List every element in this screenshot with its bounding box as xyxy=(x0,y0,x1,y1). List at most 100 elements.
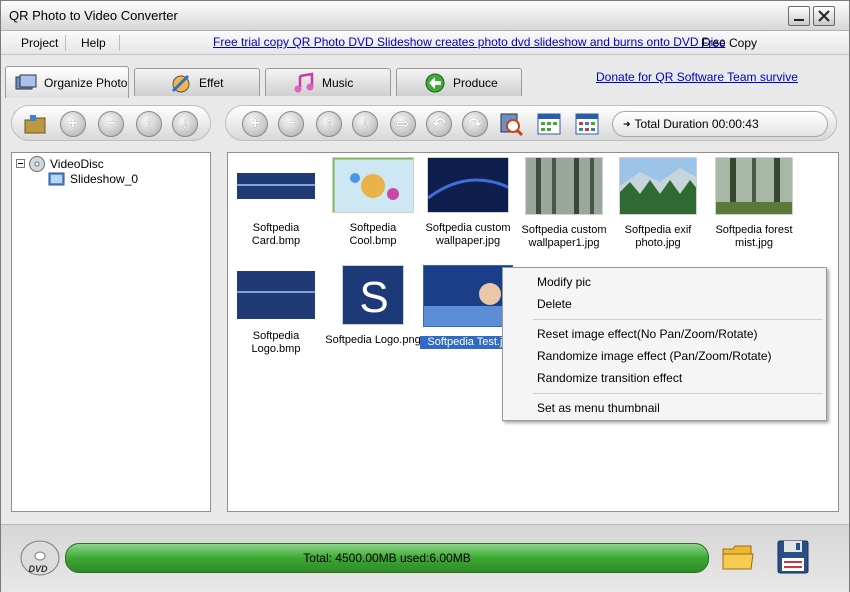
disc-icon xyxy=(29,156,45,172)
logo-letter: S xyxy=(359,273,388,322)
photo-thumbnail xyxy=(237,271,315,319)
photo-thumbnail xyxy=(619,157,698,216)
arrow-right-icon: ⇨ xyxy=(396,116,410,133)
tree-label: Slideshow_0 xyxy=(70,172,139,186)
menu-divider xyxy=(119,35,120,51)
dvd-icon[interactable]: DVD xyxy=(19,539,61,577)
tab-label: Effet xyxy=(199,75,224,90)
menu-reset-effect[interactable]: Reset image effect(No Pan/Zoom/Rotate) xyxy=(537,327,758,341)
rotate-right-icon: ↷ xyxy=(468,116,482,133)
minus-icon: − xyxy=(286,115,296,132)
menu-set-thumbnail[interactable]: Set as menu thumbnail xyxy=(537,401,660,415)
svg-text:DVD: DVD xyxy=(28,564,48,574)
photo-item[interactable]: S Softpedia Logo.png xyxy=(325,265,421,347)
photo-label: Softpedia custom wallpaper.jpg xyxy=(425,222,511,247)
total-duration: ➜ Total Duration 00:00:43 xyxy=(612,111,828,137)
tab-music[interactable]: Music xyxy=(265,68,391,96)
move-up-button[interactable]: ↑ xyxy=(136,111,162,137)
move-photo-down-button[interactable]: ↓ xyxy=(352,111,378,137)
title-bar[interactable]: QR Photo to Video Converter xyxy=(1,1,849,31)
app-window: QR Photo to Video Converter Project Help… xyxy=(0,0,850,592)
tab-organize-photo[interactable]: Organize Photo xyxy=(5,66,129,98)
rotate-left-button[interactable]: ↶ xyxy=(426,111,452,137)
menu-divider xyxy=(533,319,823,320)
context-menu: Modify pic Delete Reset image effect(No … xyxy=(502,267,827,421)
save-button[interactable] xyxy=(776,539,810,575)
photo-thumbnail xyxy=(715,157,794,216)
tree-node-slideshow[interactable]: Slideshow_0 xyxy=(48,171,138,187)
photo-item[interactable]: Softpedia Card.bmp xyxy=(228,157,324,248)
photo-thumbnail xyxy=(525,157,604,216)
move-down-button[interactable]: ↓ xyxy=(172,111,198,137)
tab-bar: Organize Photo Effet Music Produce Donat… xyxy=(1,56,849,98)
capacity-text: Total: 4500.00MB used:6.00MB xyxy=(303,551,471,565)
collapse-icon xyxy=(16,159,25,168)
rotate-right-button[interactable]: ↷ xyxy=(462,111,488,137)
rotate-left-icon: ↶ xyxy=(432,116,446,133)
photo-item[interactable]: Softpedia exif photo.jpg xyxy=(610,157,706,250)
close-icon xyxy=(818,10,830,22)
produce-icon xyxy=(423,73,447,93)
photos-icon xyxy=(14,73,38,93)
menu-project[interactable]: Project xyxy=(21,36,58,50)
photo-label: Softpedia Cool.bmp xyxy=(349,222,397,247)
move-right-button[interactable]: ⇨ xyxy=(390,111,416,137)
photo-thumbnail xyxy=(427,157,511,214)
menu-modify-pic[interactable]: Modify pic xyxy=(537,275,591,289)
minimize-button[interactable] xyxy=(788,6,810,26)
menu-randomize-transition[interactable]: Randomize transition effect xyxy=(537,371,682,385)
free-copy-button[interactable]: Free Copy xyxy=(701,36,757,50)
add-photo-button[interactable]: + xyxy=(242,111,268,137)
photo-item[interactable]: Softpedia custom wallpaper1.jpg xyxy=(516,157,612,250)
move-photo-up-button[interactable]: ↑ xyxy=(316,111,342,137)
close-button[interactable] xyxy=(813,6,835,26)
menu-help[interactable]: Help xyxy=(81,36,106,50)
tree-toolbar: + − ↑ ↓ xyxy=(11,105,211,141)
open-folder-button[interactable] xyxy=(721,541,755,573)
menu-randomize-image-effect[interactable]: Randomize image effect (Pan/Zoom/Rotate) xyxy=(537,349,772,363)
photo-toolbar: + − ↑ ↓ ⇨ ↶ ↷ ➜ Total Duration 00:00:43 xyxy=(225,105,837,141)
menu-divider xyxy=(533,393,823,394)
tab-effet[interactable]: Effet xyxy=(134,68,260,96)
grid-icon xyxy=(537,113,561,135)
minimize-icon xyxy=(794,19,804,21)
arrow-down-icon: ↓ xyxy=(181,115,189,132)
photo-item[interactable]: Softpedia custom wallpaper.jpg xyxy=(420,157,516,248)
menu-delete[interactable]: Delete xyxy=(537,297,572,311)
music-note-icon xyxy=(292,72,316,93)
add-button[interactable]: + xyxy=(60,111,86,137)
folder-icon xyxy=(24,115,46,134)
arrow-up-icon: ↑ xyxy=(145,115,153,132)
status-bar: DVD Total: 4500.00MB used:6.00MB xyxy=(1,524,849,592)
promo-link[interactable]: Free trial copy QR Photo DVD Slideshow c… xyxy=(213,35,725,49)
plus-icon: + xyxy=(250,115,260,132)
tab-label: Produce xyxy=(453,75,498,90)
photo-thumbnail xyxy=(331,156,417,216)
minus-icon: − xyxy=(106,115,116,132)
photo-label: Softpedia forest mist.jpg xyxy=(715,224,793,249)
remove-photo-button[interactable]: − xyxy=(278,111,304,137)
tab-produce[interactable]: Produce xyxy=(396,68,522,96)
photo-label: Softpedia Logo.bmp xyxy=(251,330,301,355)
photo-thumbnail xyxy=(423,265,514,328)
photo-item[interactable]: Softpedia Logo.bmp xyxy=(228,265,324,356)
tab-label: Organize Photo xyxy=(44,75,128,90)
photo-item[interactable]: Softpedia Cool.bmp xyxy=(325,156,421,248)
effect-icon xyxy=(169,73,193,93)
search-photo-button[interactable] xyxy=(498,111,524,137)
remove-button[interactable]: − xyxy=(98,111,124,137)
duration-text: Total Duration 00:00:43 xyxy=(634,117,759,131)
calendar-button[interactable] xyxy=(574,111,600,137)
donate-link[interactable]: Donate for QR Software Team survive xyxy=(596,70,798,84)
arrow-down-icon: ↓ xyxy=(361,115,369,132)
window-title: QR Photo to Video Converter xyxy=(9,8,178,23)
menu-divider xyxy=(65,35,66,51)
grid-view-button[interactable] xyxy=(536,111,562,137)
photo-thumbnail xyxy=(237,173,315,199)
slideshow-icon xyxy=(48,172,65,186)
photo-label: Softpedia custom wallpaper1.jpg xyxy=(521,224,607,249)
open-folder-button[interactable] xyxy=(22,111,48,137)
magnifier-icon xyxy=(500,113,524,137)
photo-item[interactable]: Softpedia forest mist.jpg xyxy=(706,157,802,250)
tree-label: VideoDisc xyxy=(50,157,104,171)
